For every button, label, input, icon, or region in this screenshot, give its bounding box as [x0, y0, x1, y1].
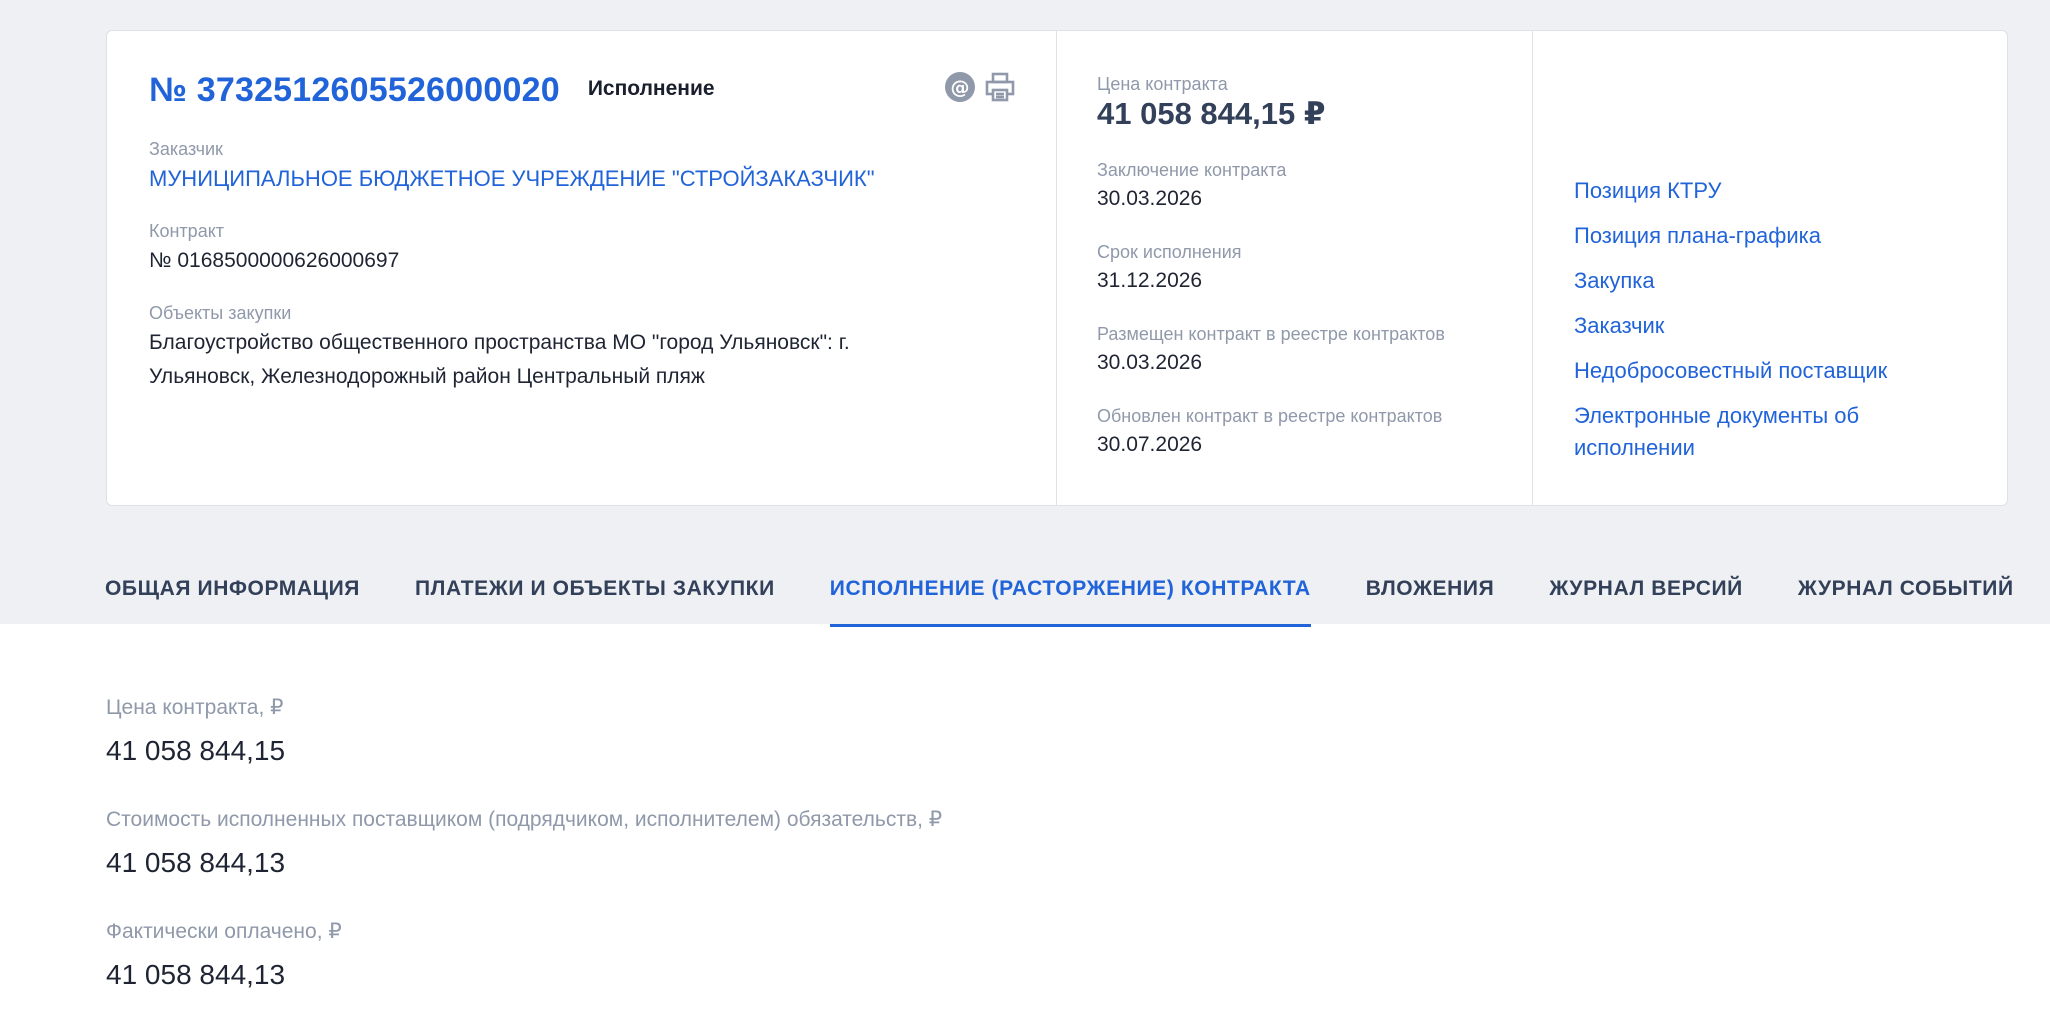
execution-price-field: Цена контракта, ₽ 41 058 844,15 [106, 694, 942, 770]
term-field: Срок исполнения 31.12.2026 [1097, 241, 1492, 297]
registry-updated-label: Обновлен контракт в реестре контрактов [1097, 406, 1443, 426]
conclusion-field: Заключение контракта 30.03.2026 [1097, 159, 1492, 215]
tab-attachments[interactable]: ВЛОЖЕНИЯ [1366, 560, 1495, 624]
contract-header: № 3732512605526000020 Исполнение [149, 71, 1016, 110]
price-field: Цена контракта 41 058 844,15 ₽ [1097, 73, 1492, 133]
price-value: 41 058 844,15 ₽ [1097, 96, 1326, 131]
contract-card: № 3732512605526000020 Исполнение @ Заказ… [106, 30, 2008, 506]
actually-paid-label: Фактически оплачено, ₽ [106, 920, 342, 943]
link-ktru-position[interactable]: Позиция КТРУ [1574, 175, 1967, 207]
contract-main-column: № 3732512605526000020 Исполнение @ Заказ… [107, 31, 1057, 505]
conclusion-value: 30.03.2026 [1097, 187, 1203, 210]
tab-version-log[interactable]: ЖУРНАЛ ВЕРСИЙ [1549, 560, 1743, 624]
execution-price-label: Цена контракта, ₽ [106, 696, 284, 719]
registry-updated-value: 30.07.2026 [1097, 433, 1203, 456]
registry-placed-field: Размещен контракт в реестре контрактов 3… [1097, 323, 1492, 379]
tab-bar: ОБЩАЯ ИНФОРМАЦИЯ ПЛАТЕЖИ И ОБЪЕКТЫ ЗАКУП… [105, 560, 2050, 627]
conclusion-label: Заключение контракта [1097, 160, 1287, 180]
tab-execution[interactable]: ИСПОЛНЕНИЕ (РАСТОРЖЕНИЕ) КОНТРАКТА [829, 560, 1311, 627]
link-purchase[interactable]: Закупка [1574, 265, 1967, 297]
term-label: Срок исполнения [1097, 242, 1242, 262]
link-electronic-documents[interactable]: Электронные документы об исполнении [1574, 400, 1914, 464]
svg-text:@: @ [951, 77, 970, 99]
contract-value: № 0168500000626000697 [149, 249, 400, 272]
tab-general-info[interactable]: ОБЩАЯ ИНФОРМАЦИЯ [105, 560, 360, 624]
fulfilled-obligations-field: Стоимость исполненных поставщиком (подря… [106, 806, 942, 882]
link-customer[interactable]: Заказчик [1574, 310, 1967, 342]
registry-updated-field: Обновлен контракт в реестре контрактов 3… [1097, 405, 1492, 461]
customer-field: Заказчик МУНИЦИПАЛЬНОЕ БЮДЖЕТНОЕ УЧРЕЖДЕ… [149, 138, 1016, 196]
fulfilled-obligations-value: 41 058 844,13 [106, 847, 286, 878]
related-links-column: Позиция КТРУ Позиция плана-графика Закуп… [1533, 31, 2007, 505]
contract-price-column: Цена контракта 41 058 844,15 ₽ Заключени… [1057, 31, 1533, 505]
print-icon[interactable] [984, 71, 1016, 103]
objects-field: Объекты закупки Благоустройство обществе… [149, 302, 1016, 394]
execution-content: Цена контракта, ₽ 41 058 844,15 Стоимост… [106, 694, 942, 1030]
customer-label: Заказчик [149, 139, 223, 159]
status-badge: Исполнение [587, 76, 715, 100]
price-label: Цена контракта [1097, 74, 1228, 94]
email-icon[interactable]: @ [944, 71, 976, 103]
actually-paid-value: 41 058 844,13 [106, 959, 286, 990]
term-value: 31.12.2026 [1097, 269, 1203, 292]
contract-label: Контракт [149, 221, 225, 241]
contract-number: № 3732512605526000020 [149, 71, 560, 109]
objects-label: Объекты закупки [149, 303, 292, 323]
actually-paid-field: Фактически оплачено, ₽ 41 058 844,13 [106, 918, 942, 994]
link-unfair-supplier[interactable]: Недобросовестный поставщик [1574, 355, 1967, 387]
registry-placed-value: 30.03.2026 [1097, 351, 1203, 374]
fulfilled-obligations-label: Стоимость исполненных поставщиком (подря… [106, 808, 943, 831]
customer-link[interactable]: МУНИЦИПАЛЬНОЕ БЮДЖЕТНОЕ УЧРЕЖДЕНИЕ "СТРО… [149, 162, 1016, 196]
execution-price-value: 41 058 844,15 [106, 735, 286, 766]
contract-field: Контракт № 0168500000626000697 [149, 220, 1016, 278]
tab-event-log[interactable]: ЖУРНАЛ СОБЫТИЙ [1798, 560, 2014, 624]
header-icons: @ [944, 71, 1016, 103]
objects-value: Благоустройство общественного пространст… [149, 331, 850, 388]
tab-payments-objects[interactable]: ПЛАТЕЖИ И ОБЪЕКТЫ ЗАКУПКИ [415, 560, 775, 624]
link-plan-schedule-position[interactable]: Позиция плана-графика [1574, 220, 1967, 252]
registry-placed-label: Размещен контракт в реестре контрактов [1097, 324, 1445, 344]
